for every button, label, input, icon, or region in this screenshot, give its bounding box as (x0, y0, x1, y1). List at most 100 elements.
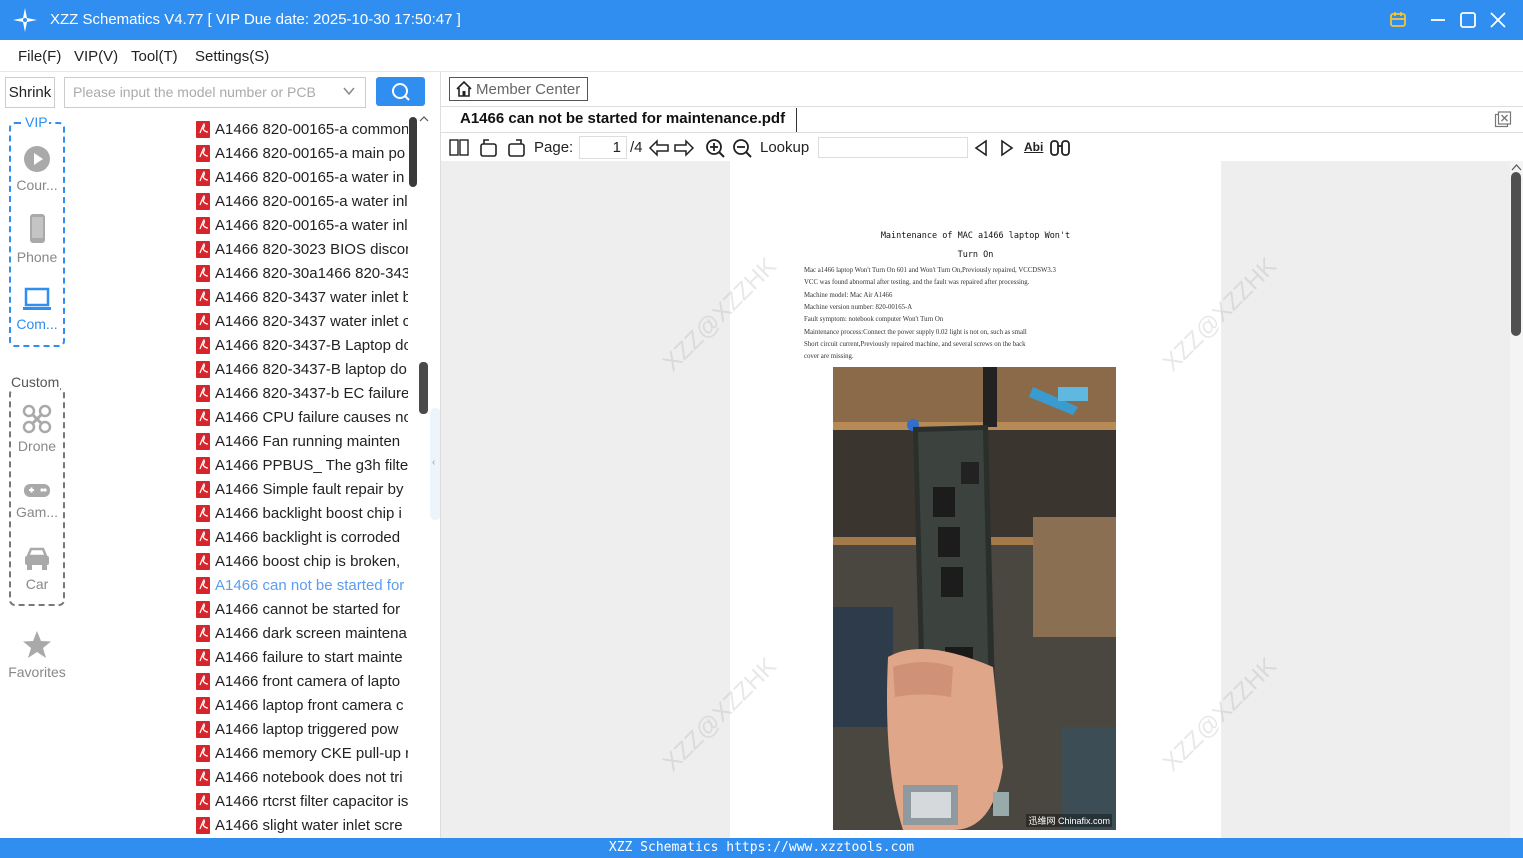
file-name: A1466 dark screen maintena (215, 624, 407, 642)
close-icon[interactable] (1486, 8, 1510, 32)
shrink-button[interactable]: Shrink (5, 77, 55, 108)
scroll-up-icon[interactable] (419, 114, 429, 124)
file-list-item[interactable]: A1466 820-30a1466 820-343 (196, 261, 408, 285)
category-favorites[interactable]: Favorites (6, 630, 68, 680)
next-page-arrow-icon[interactable] (673, 137, 695, 159)
pdf-file-icon (196, 696, 210, 714)
file-name: A1466 boost chip is broken, (215, 552, 401, 570)
minimize-icon[interactable] (1426, 8, 1450, 32)
rotate-right-icon[interactable] (505, 137, 527, 159)
custom-group-label: Custom (10, 374, 61, 390)
category-games[interactable]: Gam... (6, 480, 68, 520)
binoculars-icon[interactable] (1049, 137, 1071, 159)
file-list-item[interactable]: A1466 slight water inlet scre (196, 813, 408, 837)
search-input[interactable]: Please input the model number or PCB (64, 77, 366, 108)
file-list-item[interactable]: A1466 memory CKE pull-up r (196, 741, 408, 765)
file-list-item[interactable]: A1466 front camera of lapto (196, 669, 408, 693)
split-view-icon[interactable] (448, 137, 470, 159)
file-list-item[interactable]: A1466 820-3437 water inlet c (196, 309, 408, 333)
title-bar: XZZ Schematics V4.77 [ VIP Due date: 202… (0, 0, 1523, 40)
file-list-item[interactable]: A1466 notebook does not tri (196, 765, 408, 789)
file-name: A1466 laptop triggered pow (215, 720, 399, 738)
menu-file[interactable]: File(F) (18, 48, 61, 65)
file-list-scrollbar-thumb[interactable] (409, 117, 417, 187)
file-list-item[interactable]: A1466 820-3023 BIOS discon (196, 237, 408, 261)
category-courses[interactable]: Cour... (6, 145, 68, 193)
file-list-item[interactable]: A1466 failure to start mainte (196, 645, 408, 669)
car-icon (25, 547, 49, 570)
document-tab[interactable]: A1466 can not be started for maintenance… (460, 110, 785, 127)
menu-settings[interactable]: Settings(S) (195, 48, 269, 65)
file-list-item[interactable]: A1466 backlight is corroded (196, 525, 408, 549)
file-list-item[interactable]: A1466 can not be started for (196, 573, 408, 597)
panel-scrollbar-thumb[interactable] (419, 362, 428, 414)
file-list-item[interactable]: A1466 dark screen maintena (196, 621, 408, 645)
file-list-item[interactable]: A1466 CPU failure causes no (196, 405, 408, 429)
zoom-out-icon[interactable] (731, 137, 753, 159)
file-name: A1466 laptop front camera c (215, 696, 404, 714)
file-name: A1466 backlight is corroded (215, 528, 401, 546)
file-list-item[interactable]: A1466 laptop triggered pow (196, 717, 408, 741)
pdf-file-icon (196, 168, 210, 186)
file-list-item[interactable]: A1466 cannot be started for (196, 597, 408, 621)
pdf-file-icon (196, 264, 210, 282)
file-list-item[interactable]: A1466 820-00165-a water inl (196, 189, 408, 213)
file-list-item[interactable]: A1466 backlight boost chip i (196, 501, 408, 525)
file-list-item[interactable]: A1466 Fan running mainten (196, 429, 408, 453)
file-list-item[interactable]: A1466 820-3437-B Laptop do (196, 333, 408, 357)
file-list-item[interactable]: A1466 820-00165-a water inl (196, 213, 408, 237)
pdf-file-icon (196, 240, 210, 258)
category-drone[interactable]: Drone (6, 404, 68, 454)
phone-icon (30, 214, 45, 243)
previous-page-arrow-icon[interactable] (648, 137, 670, 159)
file-name: A1466 820-3437 water inlet c (215, 312, 408, 330)
document-viewport[interactable]: Maintenance of MAC a1466 laptop Won't Tu… (441, 161, 1510, 838)
match-case-button[interactable]: Abi (1024, 140, 1043, 154)
file-list-item[interactable]: A1466 820-00165-a common (196, 117, 408, 141)
pdf-file-icon (196, 312, 210, 330)
maximize-icon[interactable] (1456, 8, 1480, 32)
file-list-item[interactable]: A1466 820-00165-a water in (196, 165, 408, 189)
file-list-item[interactable]: A1466 Simple fault repair by (196, 477, 408, 501)
pdf-file-icon (196, 216, 210, 234)
close-tab-icon[interactable] (1494, 111, 1512, 128)
category-computer[interactable]: Com... (6, 286, 68, 332)
rotate-left-icon[interactable] (478, 137, 500, 159)
file-list-item[interactable]: A1466 820-3437-b EC failure (196, 381, 408, 405)
file-name: A1466 Fan running mainten (215, 432, 401, 450)
file-name: A1466 820-3437-B laptop do (215, 360, 407, 378)
pdf-file-icon (196, 480, 210, 498)
menu-bar: File(F) VIP(V) Tool(T) Settings(S) (0, 40, 1523, 72)
zoom-in-icon[interactable] (704, 137, 726, 159)
menu-tool[interactable]: Tool(T) (131, 48, 178, 65)
laptop-icon (23, 287, 51, 310)
document-text-line: VCC was found abnormal after testing, an… (804, 279, 1030, 287)
file-list-item[interactable]: A1466 820-3437-B laptop do (196, 357, 408, 381)
page-label: Page: (534, 139, 574, 156)
page-number-input[interactable]: 1 (579, 136, 627, 159)
collapse-arrow-icon[interactable]: ‹ (432, 457, 435, 468)
vip-badge-icon[interactable] (1386, 8, 1410, 32)
file-name: A1466 Simple fault repair by (215, 480, 404, 498)
file-list-item[interactable]: A1466 PPBUS_ The g3h filter (196, 453, 408, 477)
menu-vip[interactable]: VIP(V) (74, 48, 118, 65)
find-next-icon[interactable] (997, 137, 1017, 159)
pdf-file-icon (196, 576, 210, 594)
file-list-item[interactable]: A1466 rtcrst filter capacitor is (196, 789, 408, 813)
file-name: A1466 820-3023 BIOS discon (215, 240, 408, 258)
document-scrollbar-thumb[interactable] (1511, 172, 1521, 336)
category-label: Cour... (16, 177, 58, 193)
file-list-item[interactable]: A1466 boost chip is broken, (196, 549, 408, 573)
pdf-file-icon (196, 456, 210, 474)
category-label: Car (25, 576, 49, 592)
file-list-item[interactable]: A1466 laptop front camera c (196, 693, 408, 717)
find-previous-icon[interactable] (971, 137, 991, 159)
search-button[interactable] (376, 77, 425, 106)
chevron-down-icon[interactable] (342, 84, 356, 98)
file-name: A1466 rtcrst filter capacitor is (215, 792, 408, 810)
lookup-input[interactable] (818, 137, 968, 158)
file-list-item[interactable]: A1466 820-00165-a main po (196, 141, 408, 165)
file-list-item[interactable]: A1466 820-3437 water inlet b (196, 285, 408, 309)
category-phone[interactable]: Phone (6, 213, 68, 265)
category-car[interactable]: Car (6, 546, 68, 592)
